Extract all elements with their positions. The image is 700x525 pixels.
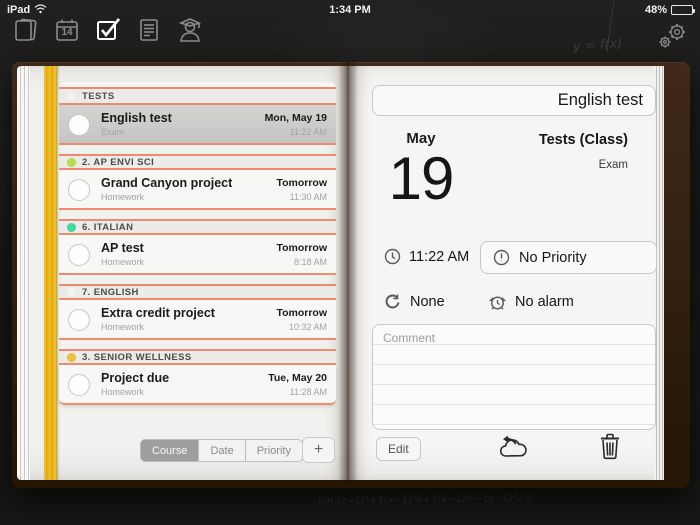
complete-checkbox[interactable] (68, 244, 90, 266)
comment-field[interactable]: Comment (372, 324, 656, 430)
section-senior-wellness: 3. SENIOR WELLNESS Project due Homework … (59, 349, 336, 405)
section-italian: 6. ITALIAN AP test Homework Tomorrow 8:1… (59, 219, 336, 275)
settings-gears-icon[interactable] (656, 22, 688, 52)
assignments-list: TESTS English test Exam Mon, May 19 11:2… (59, 82, 336, 405)
tasks-icon[interactable] (92, 14, 124, 46)
complete-checkbox[interactable] (68, 309, 90, 331)
assignment-title: Grand Canyon project (101, 176, 232, 190)
assignments-page: TESTS English test Exam Mon, May 19 11:2… (30, 66, 348, 480)
alarm-label: No alarm (515, 294, 574, 310)
repeat-label: None (410, 294, 445, 310)
section-header: TESTS (59, 89, 336, 105)
priority-field[interactable]: No Priority (480, 241, 657, 274)
assignment-time: 11:28 AM (290, 387, 327, 397)
assignment-time: 11:22 AM (290, 127, 327, 137)
trash-icon[interactable] (598, 432, 622, 465)
sort-segmented-control: Course Date Priority (140, 439, 303, 462)
section-header: 3. SENIOR WELLNESS (59, 349, 336, 365)
assignment-row[interactable]: Extra credit project Homework Tomorrow 1… (59, 300, 336, 340)
priority-label: No Priority (519, 250, 587, 266)
assignment-time: 10:32 AM (289, 322, 327, 332)
comment-placeholder: Comment (383, 331, 435, 345)
complete-checkbox[interactable] (68, 179, 90, 201)
assignment-title: AP test (101, 241, 144, 255)
course-color-dot (67, 353, 76, 362)
assignment-date: Tomorrow (276, 177, 327, 189)
assignment-date: Tue, May 20 (268, 372, 327, 384)
assignment-type: Homework (101, 387, 144, 397)
main-toolbar: 14 (10, 14, 206, 46)
clock-icon (384, 248, 401, 265)
complete-checkbox[interactable] (68, 114, 90, 136)
calendar-icon[interactable]: 14 (51, 14, 83, 46)
assignment-title: Project due (101, 371, 169, 385)
edit-button[interactable]: Edit (376, 437, 421, 461)
alarm-clock-icon (488, 293, 507, 311)
repeat-field[interactable]: None (384, 293, 445, 310)
bookmark-ribbon (44, 66, 57, 480)
assignment-date: Mon, May 19 (265, 112, 327, 124)
assignment-row[interactable]: Grand Canyon project Homework Tomorrow 1… (59, 170, 336, 210)
alarm-field[interactable]: No alarm (488, 293, 574, 311)
course-label: Tests (Class) (539, 132, 628, 148)
section-title: 6. ITALIAN (82, 222, 133, 233)
instructor-icon[interactable] (174, 14, 206, 46)
assignment-title-field[interactable]: English test (372, 85, 656, 116)
section-ap-envi-sci: 2. AP ENVI SCI Grand Canyon project Home… (59, 154, 336, 210)
due-time-field[interactable]: 11:22 AM (384, 248, 469, 265)
section-header: 2. AP ENVI SCI (59, 154, 336, 170)
course-color-dot (67, 288, 76, 297)
course-color-dot (67, 92, 76, 101)
due-day: 19 (376, 147, 466, 211)
calendar-day-label: 14 (61, 27, 72, 38)
section-title: TESTS (82, 91, 115, 102)
assignment-row[interactable]: AP test Homework Tomorrow 8:18 AM (59, 235, 336, 275)
type-label: Exam (599, 159, 628, 171)
assignment-title: Extra credit project (101, 306, 215, 320)
battery-icon (671, 5, 693, 15)
notes-icon[interactable] (133, 14, 165, 46)
assignment-date: Tomorrow (276, 242, 327, 254)
due-time-label: 11:22 AM (409, 249, 469, 265)
planner-book: TESTS English test Exam Mon, May 19 11:2… (12, 62, 690, 488)
assignment-title: English test (101, 111, 172, 125)
due-date-block: May 19 (376, 130, 466, 211)
assignment-type: Homework (101, 192, 144, 202)
repeat-icon (384, 293, 401, 310)
cloud-share-icon[interactable] (496, 434, 532, 467)
detail-page: English test May 19 Tests (Class) Exam 1… (348, 66, 654, 480)
assignment-time: 11:30 AM (290, 192, 327, 202)
section-tests: TESTS English test Exam Mon, May 19 11:2… (59, 89, 336, 145)
sort-tab-date[interactable]: Date (199, 440, 245, 461)
section-english: 7. ENGLISH Extra credit project Homework… (59, 284, 336, 340)
priority-exclamation-icon (493, 249, 510, 266)
section-header: 6. ITALIAN (59, 219, 336, 235)
assignment-date: Tomorrow (276, 307, 327, 319)
sort-tab-priority[interactable]: Priority (246, 440, 302, 461)
assignment-time: 8:18 AM (294, 257, 327, 267)
course-color-dot (67, 223, 76, 232)
partial-row (59, 82, 336, 89)
section-title: 7. ENGLISH (82, 287, 139, 298)
assignment-type: Exam (101, 127, 124, 137)
add-assignment-button[interactable]: + (302, 437, 335, 463)
planner-icon[interactable] (10, 14, 42, 46)
section-title: 2. AP ENVI SCI (82, 157, 154, 168)
assignment-row[interactable]: English test Exam Mon, May 19 11:22 AM (59, 105, 336, 145)
course-color-dot (67, 158, 76, 167)
assignment-row[interactable]: Project due Homework Tue, May 20 11:28 A… (59, 365, 336, 405)
section-title: 3. SENIOR WELLNESS (82, 352, 192, 363)
section-header: 7. ENGLISH (59, 284, 336, 300)
sort-tab-course[interactable]: Course (141, 440, 199, 461)
complete-checkbox[interactable] (68, 374, 90, 396)
assignment-type: Homework (101, 257, 144, 267)
assignment-type: Homework (101, 322, 144, 332)
